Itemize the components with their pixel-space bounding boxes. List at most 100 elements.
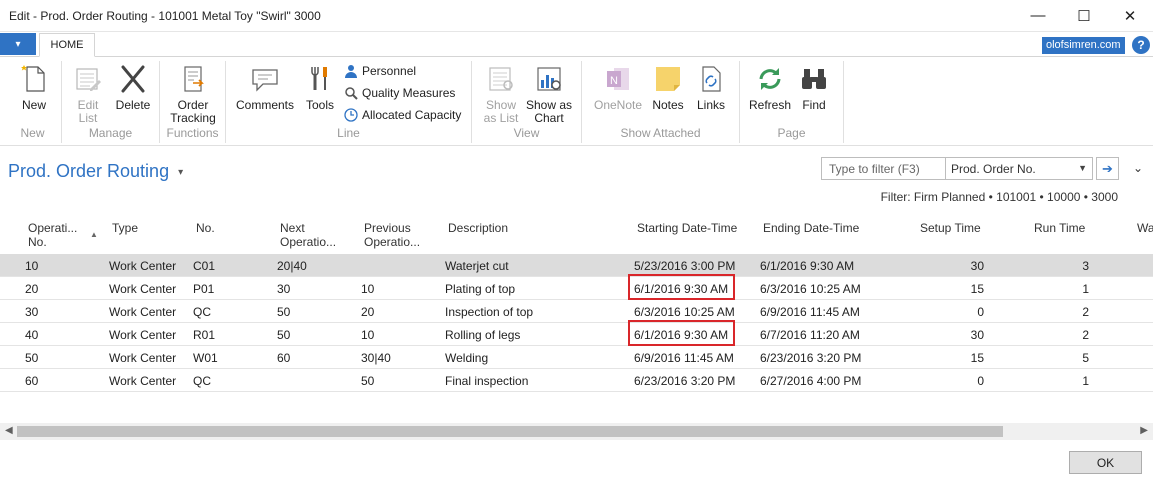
help-icon[interactable]: ?: [1132, 36, 1150, 54]
page-title[interactable]: Prod. Order Routing ▾: [8, 161, 183, 182]
filter-field-select[interactable]: Prod. Order No.: [951, 162, 1036, 176]
header-previous-operation[interactable]: Previous Operatio...: [364, 221, 420, 249]
filter-input[interactable]: Type to filter (F3): [829, 162, 920, 176]
table-row[interactable]: 40 Work Center R01 50 10 Rolling of legs…: [0, 323, 1153, 346]
header-operation-no-line2: No.: [28, 235, 47, 249]
sort-ascending-icon[interactable]: ▲: [90, 228, 98, 242]
cell-run-time: 1: [1082, 374, 1089, 388]
tools-label: Tools: [305, 98, 334, 112]
refresh-label: Refresh: [748, 98, 792, 112]
cell-ending-date-time: 6/23/2016 3:20 PM: [760, 351, 862, 365]
quality-measures-button[interactable]: Quality Measures: [344, 86, 455, 100]
cell-starting-date-time: 6/1/2016 9:30 AM: [634, 282, 729, 296]
apply-filter-arrow-icon[interactable]: ➔: [1096, 157, 1119, 180]
chevron-down-icon[interactable]: ▾: [178, 167, 183, 178]
group-label-view: View: [513, 126, 540, 140]
table-row[interactable]: 60 Work Center QC 50 Final inspection 6/…: [0, 369, 1153, 392]
cell-ending-date-time: 6/1/2016 9:30 AM: [760, 259, 855, 273]
header-setup-time[interactable]: Setup Time: [920, 221, 981, 235]
comments-button[interactable]: Comments: [234, 63, 296, 112]
user-name[interactable]: olofsimren.com: [1042, 37, 1125, 54]
cell-starting-date-time: 6/3/2016 10:25 AM: [634, 305, 735, 319]
app-menu-button[interactable]: ▾: [0, 33, 36, 55]
cell-setup-time: 30: [970, 328, 984, 342]
onenote-label: OneNote: [593, 98, 643, 112]
cell-starting-date-time: 6/23/2016 3:20 PM: [634, 374, 736, 388]
sticky-note-icon: [656, 67, 680, 91]
ribbon: New New Edit List Delete Manage Order Tr…: [0, 57, 1153, 146]
cell-no: W01: [193, 351, 218, 365]
header-operation-no[interactable]: Operati... No.: [28, 221, 77, 249]
cell-ending-date-time: 6/9/2016 11:45 AM: [760, 305, 860, 319]
header-wait-time[interactable]: Wa: [1137, 221, 1153, 235]
refresh-button[interactable]: Refresh: [746, 63, 794, 112]
cell-next-operation: 60: [277, 351, 291, 365]
cell-description: Rolling of legs: [445, 328, 521, 342]
group-label-line: Line: [337, 126, 360, 140]
new-button[interactable]: New: [14, 63, 54, 112]
notes-button[interactable]: Notes: [648, 63, 688, 112]
header-next-operation[interactable]: Next Operatio...: [280, 221, 336, 249]
personnel-button[interactable]: Personnel: [344, 64, 416, 78]
ribbon-group-view: Show as List Show as Chart View: [472, 61, 582, 143]
group-label-manage: Manage: [88, 126, 133, 140]
minimize-button[interactable]: —: [1015, 0, 1061, 31]
header-description[interactable]: Description: [448, 221, 508, 235]
cell-next-operation: 20|40: [277, 259, 307, 273]
cell-description: Plating of top: [445, 282, 516, 296]
window-title: Edit - Prod. Order Routing - 101001 Meta…: [9, 9, 321, 23]
maximize-button[interactable]: ☐: [1061, 0, 1107, 31]
edit-list-button[interactable]: Edit List: [70, 63, 106, 125]
group-label-page: Page: [777, 126, 806, 140]
header-run-time[interactable]: Run Time: [1034, 221, 1085, 235]
svg-text:N: N: [610, 75, 618, 87]
cell-starting-date-time: 6/9/2016 11:45 AM: [634, 351, 734, 365]
header-type[interactable]: Type: [112, 221, 138, 235]
cell-starting-date-time: 5/23/2016 3:00 PM: [634, 259, 736, 273]
person-icon: [345, 65, 357, 78]
cell-ending-date-time: 6/27/2016 4:00 PM: [760, 374, 862, 388]
cell-type: Work Center: [109, 351, 177, 365]
cell-type: Work Center: [109, 259, 177, 273]
table-row[interactable]: 10 Work Center C01 20|40 Waterjet cut 5/…: [0, 254, 1153, 277]
delete-label: Delete: [115, 98, 151, 112]
horizontal-scrollbar[interactable]: ◀ ▶: [0, 423, 1153, 440]
onenote-button[interactable]: N OneNote: [590, 63, 646, 112]
cell-next-operation: 50: [277, 305, 291, 319]
cell-previous-operation: 20: [361, 305, 375, 319]
table-row[interactable]: 50 Work Center W01 60 30|40 Welding 6/9/…: [0, 346, 1153, 369]
show-as-chart-button[interactable]: Show as Chart: [524, 63, 574, 125]
edit-list-icon: [76, 68, 101, 91]
collapse-chevron-icon[interactable]: ⌄: [1133, 161, 1143, 175]
tools-button[interactable]: Tools: [302, 63, 338, 112]
scroll-left-icon[interactable]: ◀: [5, 425, 13, 436]
header-starting-date-time[interactable]: Starting Date-Time: [637, 221, 737, 235]
cell-operation-no: 10: [25, 259, 39, 273]
show-as-chart-icon: [537, 67, 561, 91]
show-as-list-icon: [489, 67, 513, 91]
header-no[interactable]: No.: [196, 221, 215, 235]
close-button[interactable]: ✕: [1107, 0, 1153, 31]
show-as-list-button[interactable]: Show as List: [480, 63, 522, 125]
header-operation-no-line1: Operati...: [28, 221, 78, 235]
order-tracking-button[interactable]: Order Tracking: [168, 63, 218, 125]
comment-bubble-icon: [252, 69, 278, 92]
table-row[interactable]: 30 Work Center QC 50 20 Inspection of to…: [0, 300, 1153, 323]
allocated-capacity-button[interactable]: Allocated Capacity: [344, 108, 461, 122]
cell-next-operation: 30: [277, 282, 291, 296]
header-ending-date-time[interactable]: Ending Date-Time: [763, 221, 859, 235]
cell-no: R01: [193, 328, 216, 342]
scroll-right-icon[interactable]: ▶: [1140, 425, 1148, 436]
cell-no: QC: [193, 374, 211, 388]
scrollbar-thumb[interactable]: [17, 426, 1003, 437]
dropdown-arrow-icon[interactable]: ▼: [1078, 163, 1087, 173]
table-row[interactable]: 20 Work Center P01 30 10 Plating of top …: [0, 277, 1153, 300]
delete-button[interactable]: Delete: [112, 63, 154, 112]
tab-home[interactable]: HOME: [39, 33, 95, 57]
filter-info: Filter: Firm Planned • 101001 • 10000 • …: [880, 190, 1118, 204]
links-button[interactable]: Links: [690, 63, 732, 112]
ribbon-group-functions: Order Tracking Functions: [160, 61, 226, 143]
comments-label: Comments: [235, 98, 294, 112]
ok-button[interactable]: OK: [1069, 451, 1142, 474]
find-button[interactable]: Find: [796, 63, 832, 112]
